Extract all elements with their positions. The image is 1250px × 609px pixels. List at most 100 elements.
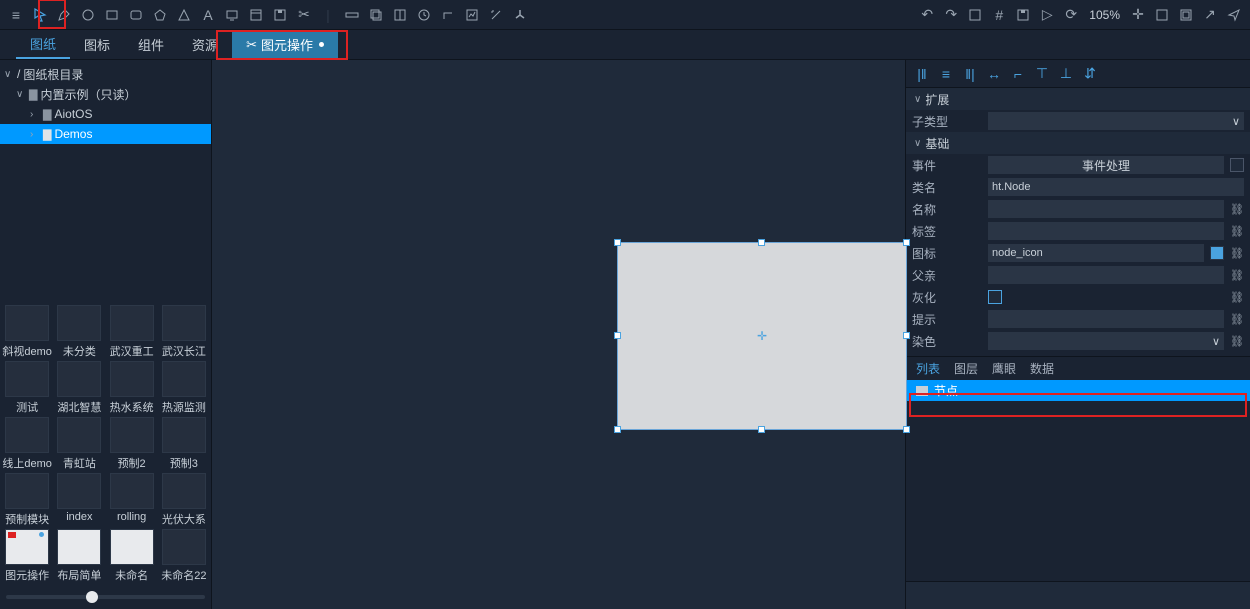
undo-icon[interactable]: ↶ (917, 5, 937, 25)
distribute-h-icon[interactable]: ↔ (986, 66, 1002, 82)
event-checkbox[interactable] (1230, 158, 1244, 172)
thumb-item[interactable]: 未分类 (54, 305, 104, 359)
polygon-icon[interactable] (150, 5, 170, 25)
thumb-item[interactable]: 未命名22 (159, 529, 209, 583)
panel-icon[interactable] (246, 5, 266, 25)
align-top-icon[interactable]: ⌐ (1010, 66, 1026, 82)
resize-handle[interactable] (614, 239, 621, 246)
class-input[interactable] (988, 178, 1244, 196)
grid-icon[interactable]: # (989, 5, 1009, 25)
parent-input[interactable] (988, 266, 1224, 284)
tint-select[interactable]: ∨ (988, 332, 1224, 350)
align-center-h-icon[interactable]: ≡ (938, 66, 954, 82)
thumb-item[interactable]: 武汉长江 (159, 305, 209, 359)
roundrect-icon[interactable] (126, 5, 146, 25)
resize-handle[interactable] (758, 239, 765, 246)
link-icon[interactable]: ⛓ (1230, 224, 1244, 238)
link-icon[interactable]: ⛓ (1230, 312, 1244, 326)
play-icon[interactable]: ▷ (1037, 5, 1057, 25)
align-right-icon[interactable]: ‖| (962, 66, 978, 82)
resize-handle[interactable] (758, 426, 765, 433)
thumb-item[interactable]: 斜视demo (2, 305, 52, 359)
tab-components[interactable]: 组件 (124, 30, 178, 59)
prop-group-extension[interactable]: ∨ 扩展 (906, 88, 1250, 110)
zoom-level[interactable]: 105% (1085, 8, 1124, 22)
tree-root[interactable]: ∨ / 图纸根目录 (0, 64, 211, 84)
thumb-item[interactable]: 青虹站 (54, 417, 104, 471)
save-icon[interactable] (270, 5, 290, 25)
thumb-item[interactable]: 预制3 (159, 417, 209, 471)
fullscreen-icon[interactable] (1176, 5, 1196, 25)
thumb-item[interactable]: 预制2 (107, 417, 157, 471)
chart-icon[interactable] (462, 5, 482, 25)
connector-icon[interactable] (438, 5, 458, 25)
list-item-node[interactable]: 节点 (906, 380, 1250, 401)
rb-tab-eagle[interactable]: 鹰眼 (992, 360, 1016, 377)
rb-tab-list[interactable]: 列表 (916, 360, 940, 377)
link-icon[interactable]: ⛓ (1230, 246, 1244, 260)
fan-icon[interactable] (510, 5, 530, 25)
layers-icon[interactable] (366, 5, 386, 25)
resize-handle[interactable] (903, 239, 910, 246)
canvas[interactable]: ✛ (212, 60, 905, 609)
align-left-icon[interactable]: |‖ (914, 66, 930, 82)
resize-handle[interactable] (614, 426, 621, 433)
thumb-item[interactable]: 热水系统 (107, 361, 157, 415)
tab-icons[interactable]: 图标 (70, 30, 124, 59)
clock-icon[interactable] (414, 5, 434, 25)
prop-group-basic[interactable]: ∨ 基础 (906, 132, 1250, 154)
link-icon[interactable]: ⛓ (1230, 268, 1244, 282)
thumb-item[interactable]: 未命名 (107, 529, 157, 583)
cursor-icon[interactable] (30, 5, 50, 25)
edit-icon[interactable] (486, 5, 506, 25)
thumb-item[interactable]: 布局简单 (54, 529, 104, 583)
pen-icon[interactable] (54, 5, 74, 25)
send-icon[interactable] (1224, 5, 1244, 25)
circle-icon[interactable] (78, 5, 98, 25)
align-middle-icon[interactable]: ⊤ (1034, 66, 1050, 82)
text-icon[interactable]: A (198, 5, 218, 25)
tab-resources[interactable]: 资源 (178, 30, 232, 59)
link-icon[interactable]: ⛓ (1230, 290, 1244, 304)
name-input[interactable] (988, 200, 1224, 218)
rect-icon[interactable] (102, 5, 122, 25)
distribute-v-icon[interactable]: ⇵ (1082, 66, 1098, 82)
link-icon[interactable]: ⛓ (1230, 202, 1244, 216)
resize-handle[interactable] (903, 332, 910, 339)
thumb-item[interactable]: 武汉重工 (107, 305, 157, 359)
center-anchor-icon[interactable]: ✛ (756, 330, 768, 342)
thumb-item[interactable]: 测试 (2, 361, 52, 415)
ruler-icon[interactable] (342, 5, 362, 25)
tree-aiotos[interactable]: › ▇ AiotOS (0, 104, 211, 124)
slider-knob[interactable] (86, 591, 98, 603)
thumb-item[interactable]: index (54, 473, 104, 527)
tab-element-ops[interactable]: ✂ 图元操作 (232, 30, 338, 59)
redo-icon[interactable]: ↷ (941, 5, 961, 25)
tree-demos[interactable]: › ▇ Demos (0, 124, 211, 144)
triangle-icon[interactable] (174, 5, 194, 25)
refresh-icon[interactable]: ⟳ (1061, 5, 1081, 25)
resize-handle[interactable] (903, 426, 910, 433)
rb-tab-data[interactable]: 数据 (1030, 360, 1054, 377)
tree-builtin[interactable]: ∨ ▇ 内置示例（只读） (0, 84, 211, 104)
selected-node[interactable]: ✛ (617, 242, 907, 430)
icon-input[interactable] (988, 244, 1204, 262)
layout-icon[interactable] (390, 5, 410, 25)
subtype-select[interactable]: ∨ (988, 112, 1244, 130)
tip-input[interactable] (988, 310, 1224, 328)
thumb-item[interactable]: 线上demo (2, 417, 52, 471)
thumb-item[interactable]: 光伏大系 (159, 473, 209, 527)
zoom-slider[interactable] (0, 585, 211, 609)
align-bottom-icon[interactable]: ⊥ (1058, 66, 1074, 82)
resize-handle[interactable] (614, 332, 621, 339)
bounds-icon[interactable] (965, 5, 985, 25)
icon-swatch[interactable] (1210, 246, 1224, 260)
thumb-item[interactable]: rolling (107, 473, 157, 527)
thumb-item[interactable]: 预制模块 (2, 473, 52, 527)
export-icon[interactable]: ↗ (1200, 5, 1220, 25)
rb-tab-layer[interactable]: 图层 (954, 360, 978, 377)
monitor-icon[interactable] (222, 5, 242, 25)
thumb-item[interactable]: 湖北智慧 (54, 361, 104, 415)
disk-icon[interactable] (1013, 5, 1033, 25)
thumb-item[interactable]: 图元操作 (2, 529, 52, 583)
